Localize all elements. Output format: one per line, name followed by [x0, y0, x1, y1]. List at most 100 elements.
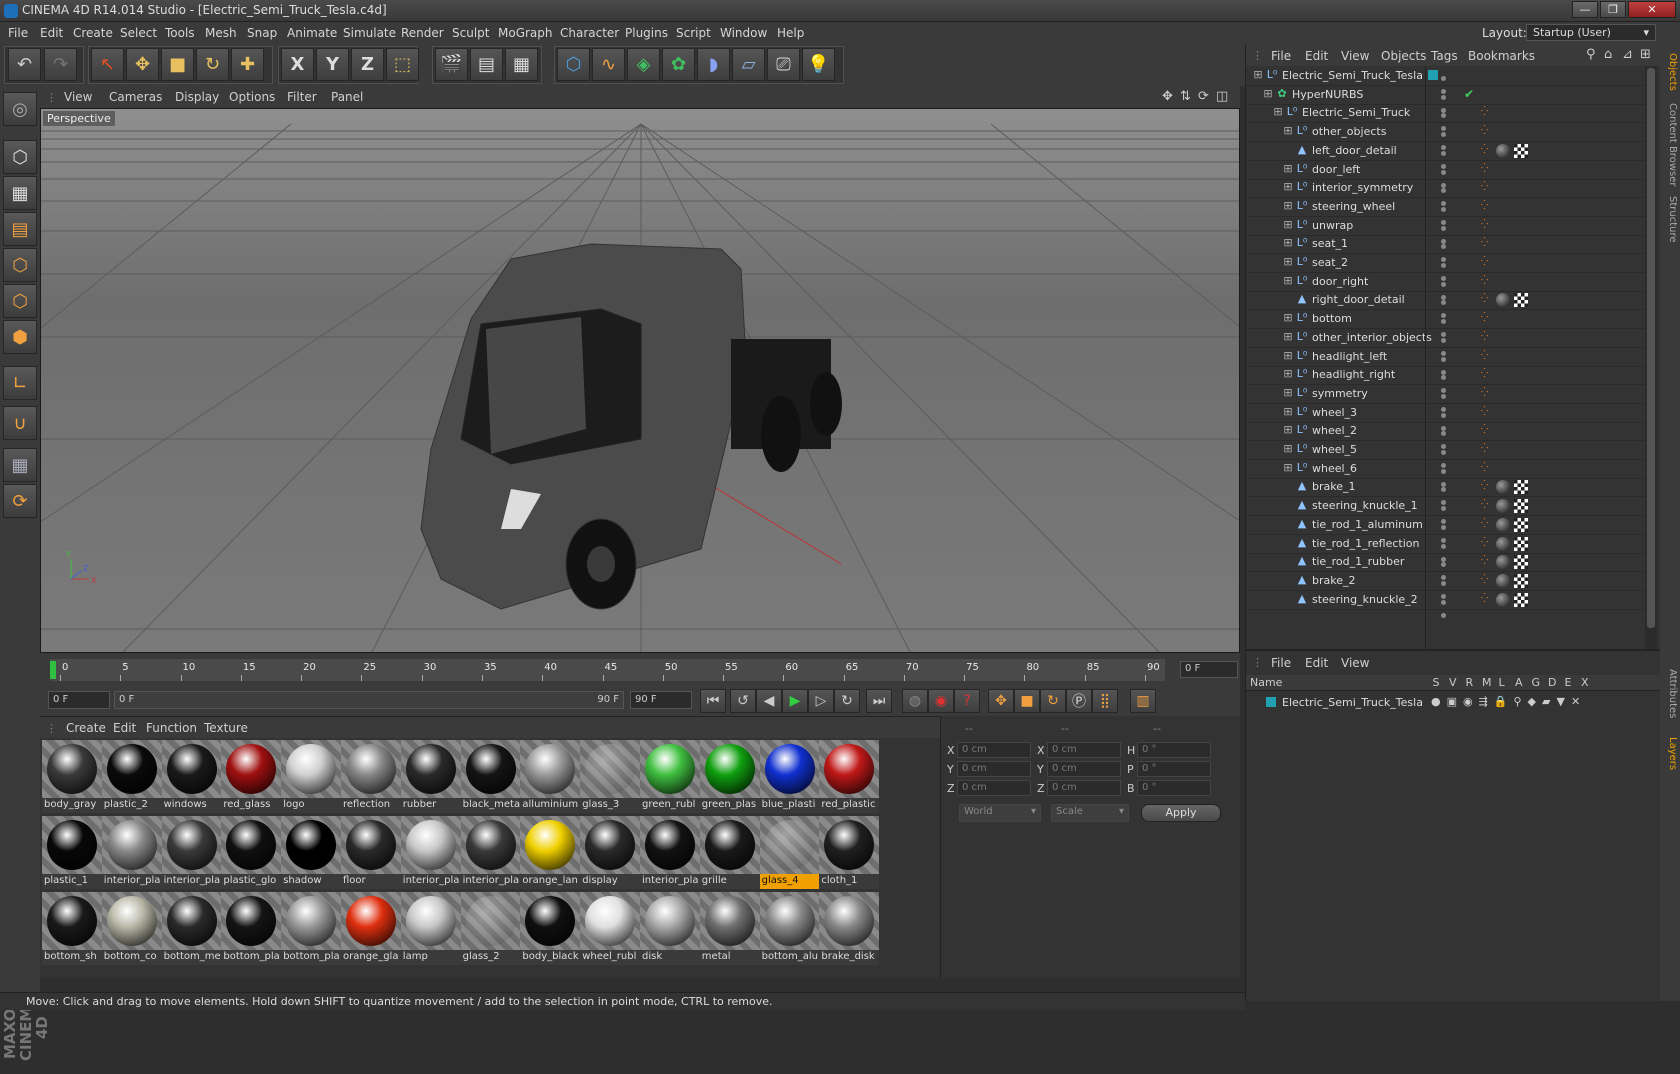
menu-render[interactable]: Render	[401, 26, 444, 40]
live-select-icon[interactable]: ↖	[91, 48, 124, 81]
editor-visibility-icon[interactable]	[1441, 188, 1446, 194]
phong-tag-icon[interactable]: ⁛	[1481, 519, 1491, 529]
auto-keying-icon[interactable]: ◉	[928, 689, 954, 713]
layer-menu-edit[interactable]: Edit	[1305, 656, 1328, 670]
menu-simulate[interactable]: Simulate	[343, 26, 396, 40]
object-name[interactable]: bottom	[1312, 312, 1352, 325]
material-swatch[interactable]: windows	[161, 740, 222, 813]
uvw-tag-icon[interactable]	[1514, 517, 1528, 532]
floor-icon[interactable]: ▱	[732, 48, 765, 81]
play-icon[interactable]: ▶	[782, 689, 808, 713]
playhead[interactable]	[50, 661, 56, 679]
visibility-dots[interactable]	[1441, 71, 1461, 94]
expand-toggle-icon[interactable]: ⊞	[1252, 69, 1264, 81]
editor-visibility-icon[interactable]	[1441, 337, 1446, 343]
enabled-check-icon[interactable]: ✔	[1464, 87, 1474, 101]
object-menu-objects[interactable]: Objects	[1381, 49, 1426, 63]
phong-tag-icon[interactable]: ⁛	[1481, 332, 1491, 342]
expand-toggle-icon[interactable]: ⊞	[1282, 312, 1294, 324]
object-menu-edit[interactable]: Edit	[1305, 49, 1328, 63]
viewport-layout-icon[interactable]: ◫	[1216, 89, 1228, 104]
editor-visibility-icon[interactable]	[1441, 450, 1446, 455]
visibility-dots[interactable]	[1441, 333, 1461, 356]
tab-objects[interactable]: Objects	[1662, 50, 1678, 94]
object-name[interactable]: symmetry	[1312, 387, 1368, 400]
editor-visibility-icon[interactable]	[1441, 580, 1446, 586]
visibility-dots[interactable]	[1441, 370, 1461, 394]
visibility-dots[interactable]	[1441, 277, 1461, 300]
y-axis-icon[interactable]: Y	[316, 48, 349, 81]
edges-mode-icon[interactable]: ⬡	[3, 284, 37, 318]
material-swatch[interactable]: lamp	[400, 892, 461, 965]
next-frame-icon[interactable]: ▷	[808, 689, 834, 713]
world-dropdown[interactable]: World ▾	[959, 804, 1041, 822]
visibility-dots[interactable]	[1441, 482, 1461, 506]
layer-column-header[interactable]: X	[1581, 676, 1589, 689]
phong-tag-icon[interactable]: ⁛	[1481, 294, 1491, 304]
layer-column-header[interactable]: L	[1499, 676, 1505, 689]
object-row[interactable]: ▲ right_door_detail ⁛	[1246, 290, 1646, 319]
nurbs-icon[interactable]: ◈	[627, 48, 660, 81]
expand-toggle-icon[interactable]: ⊞	[1262, 87, 1274, 100]
visibility-dots[interactable]	[1441, 520, 1461, 543]
deformer-icon[interactable]: ◗	[697, 48, 730, 81]
material-swatch[interactable]: bottom_co	[101, 892, 162, 965]
visibility-dots[interactable]	[1441, 352, 1461, 375]
material-swatch[interactable]: glass_3	[580, 740, 641, 813]
menu-select[interactable]: Select	[120, 26, 157, 40]
cube-icon[interactable]: ⬡	[557, 48, 590, 81]
object-name[interactable]: seat_1	[1312, 237, 1348, 250]
material-swatch[interactable]: brake_disk	[819, 892, 880, 965]
phong-tag-icon[interactable]: ⁛	[1481, 407, 1491, 417]
material-menu-create[interactable]: Create	[66, 721, 106, 735]
expand-toggle-icon[interactable]	[1282, 144, 1294, 156]
visibility-dots[interactable]	[1441, 221, 1461, 244]
material-tag-icon[interactable]	[1496, 592, 1510, 607]
object-name[interactable]: tie_rod_1_aluminum	[1312, 518, 1423, 531]
render-picture-viewer-icon[interactable]: ▤	[470, 48, 503, 81]
object-name[interactable]: steering_wheel	[1312, 200, 1395, 213]
axis-mode-icon[interactable]: ∟	[3, 366, 37, 400]
object-row[interactable]: ⊞ L⁰ headlight_left ⁛	[1246, 347, 1646, 375]
magnet-icon[interactable]: ∪	[3, 406, 37, 440]
editor-visibility-icon[interactable]	[1441, 412, 1446, 418]
object-row[interactable]: ▲ tie_rod_1_aluminum ⁛	[1246, 515, 1646, 543]
visibility-dots[interactable]	[1441, 389, 1461, 412]
expand-toggle-icon[interactable]: ⊞	[1282, 199, 1294, 212]
menu-mograph[interactable]: MoGraph	[498, 26, 553, 40]
material-swatch[interactable]: blue_plasti	[759, 740, 820, 813]
menu-tools[interactable]: Tools	[165, 26, 195, 40]
make-editable-icon[interactable]: ◎	[3, 92, 37, 126]
visibility-dots[interactable]	[1441, 165, 1461, 188]
z-axis-icon[interactable]: Z	[351, 48, 384, 81]
expand-toggle-icon[interactable]: ⊞	[1282, 424, 1294, 436]
frame-range-slider[interactable]: 0 F 90 F	[114, 691, 624, 709]
menu-window[interactable]: Window	[720, 26, 767, 40]
phong-tag-icon[interactable]: ⁛	[1481, 481, 1491, 491]
object-name[interactable]: door_left	[1312, 163, 1360, 176]
object-menu-tags[interactable]: Tags	[1431, 49, 1458, 63]
apply-button[interactable]: Apply	[1141, 804, 1221, 822]
visibility-dots[interactable]	[1441, 314, 1461, 338]
expand-toggle-icon[interactable]	[1282, 574, 1294, 586]
tab-attributes[interactable]: Attributes	[1662, 664, 1678, 724]
editor-visibility-icon[interactable]	[1441, 468, 1446, 474]
size-field[interactable]: 0 cm	[1047, 742, 1121, 758]
object-row[interactable]: ⊞ L⁰ other_interior_objects ⁛	[1246, 328, 1646, 356]
phong-tag-icon[interactable]: ⁛	[1481, 351, 1491, 361]
visibility-dots[interactable]	[1441, 426, 1461, 450]
editor-visibility-icon[interactable]	[1441, 506, 1446, 512]
object-row[interactable]: ▲ tie_rod_1_rubber ⁛	[1246, 552, 1646, 581]
editor-visibility-icon[interactable]	[1441, 543, 1446, 549]
redo-icon[interactable]: ↷	[44, 48, 77, 81]
x-axis-icon[interactable]: X	[281, 48, 314, 81]
object-name[interactable]: unwrap	[1312, 219, 1353, 232]
layer-color-swatch[interactable]	[1266, 697, 1276, 707]
material-swatch[interactable]: red_glass	[221, 740, 282, 813]
viewport-menu-panel[interactable]: Panel	[331, 90, 363, 104]
minimize-button[interactable]: —	[1572, 1, 1598, 18]
workplane-icon[interactable]: ▤	[3, 212, 37, 246]
object-name[interactable]: wheel_2	[1312, 424, 1357, 437]
object-row[interactable]: ⊞ L⁰ seat_1 ⁛	[1246, 234, 1646, 263]
object-name[interactable]: tie_rod_1_reflection	[1312, 537, 1420, 550]
